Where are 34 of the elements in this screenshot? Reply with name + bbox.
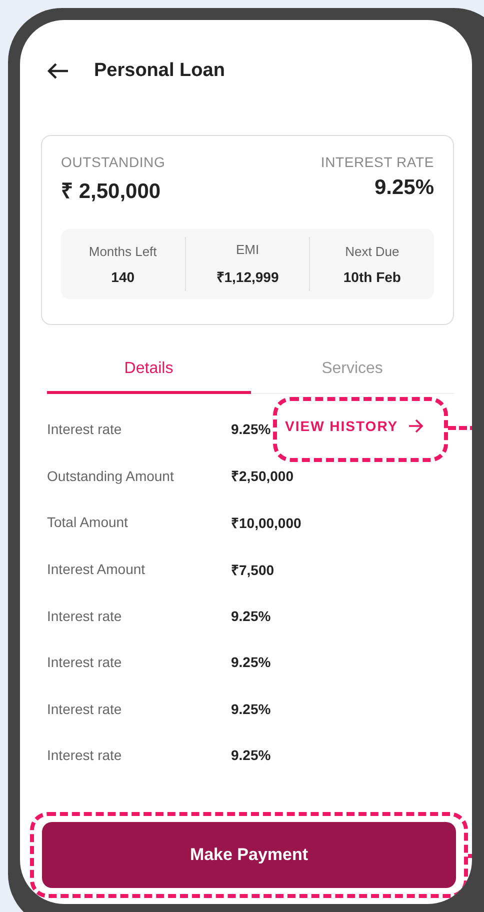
tab[interactable]: Details: [47, 352, 250, 394]
detail-label: Interest rate: [47, 421, 123, 438]
leader-line: [448, 426, 472, 430]
detail-label: Interest rate: [47, 747, 123, 764]
outstanding-value: ₹ 2,50,000: [61, 179, 162, 204]
view-history-link[interactable]: VIEW HISTORY: [285, 418, 424, 434]
detail-value: 9.25%: [231, 700, 271, 717]
stat-label: Months Left: [88, 244, 157, 258]
detail-value: 9.25%: [231, 421, 271, 438]
detail-label: Interest rate: [47, 608, 123, 624]
detail-label: Interest Amount: [47, 561, 146, 578]
page-title: Personal Loan: [94, 60, 225, 82]
interest-rate-label: INTEREST RATE: [320, 154, 434, 170]
stat-value: 140: [111, 268, 135, 284]
outstanding-label: OUTSTANDING: [61, 154, 166, 170]
detail-value: 9.25%: [231, 747, 271, 764]
detail-value: 9.25%: [231, 608, 271, 624]
detail-value: 9.25%: [231, 654, 271, 670]
stat-value: 10th Feb: [343, 268, 401, 284]
detail-value: ₹7,500: [231, 560, 274, 579]
make-payment-button[interactable]: Make Payment: [42, 822, 456, 888]
stat-value: ₹1,12,999: [216, 268, 279, 286]
back-arrow-icon[interactable]: [47, 62, 69, 80]
arrow-right-icon: [408, 419, 424, 433]
detail-label: Total Amount: [47, 514, 129, 530]
detail-label: Outstanding Amount: [47, 468, 175, 484]
detail-value: ₹2,50,000: [231, 467, 294, 486]
detail-label: Interest rate: [47, 654, 123, 670]
detail-value: ₹10,00,000: [231, 514, 302, 532]
interest-rate-value: 9.25%: [374, 176, 434, 200]
stat-label: Next Due: [345, 244, 400, 258]
tab[interactable]: Services: [250, 352, 454, 394]
detail-label: Interest rate: [47, 700, 123, 717]
stat-label: EMI: [236, 242, 260, 257]
